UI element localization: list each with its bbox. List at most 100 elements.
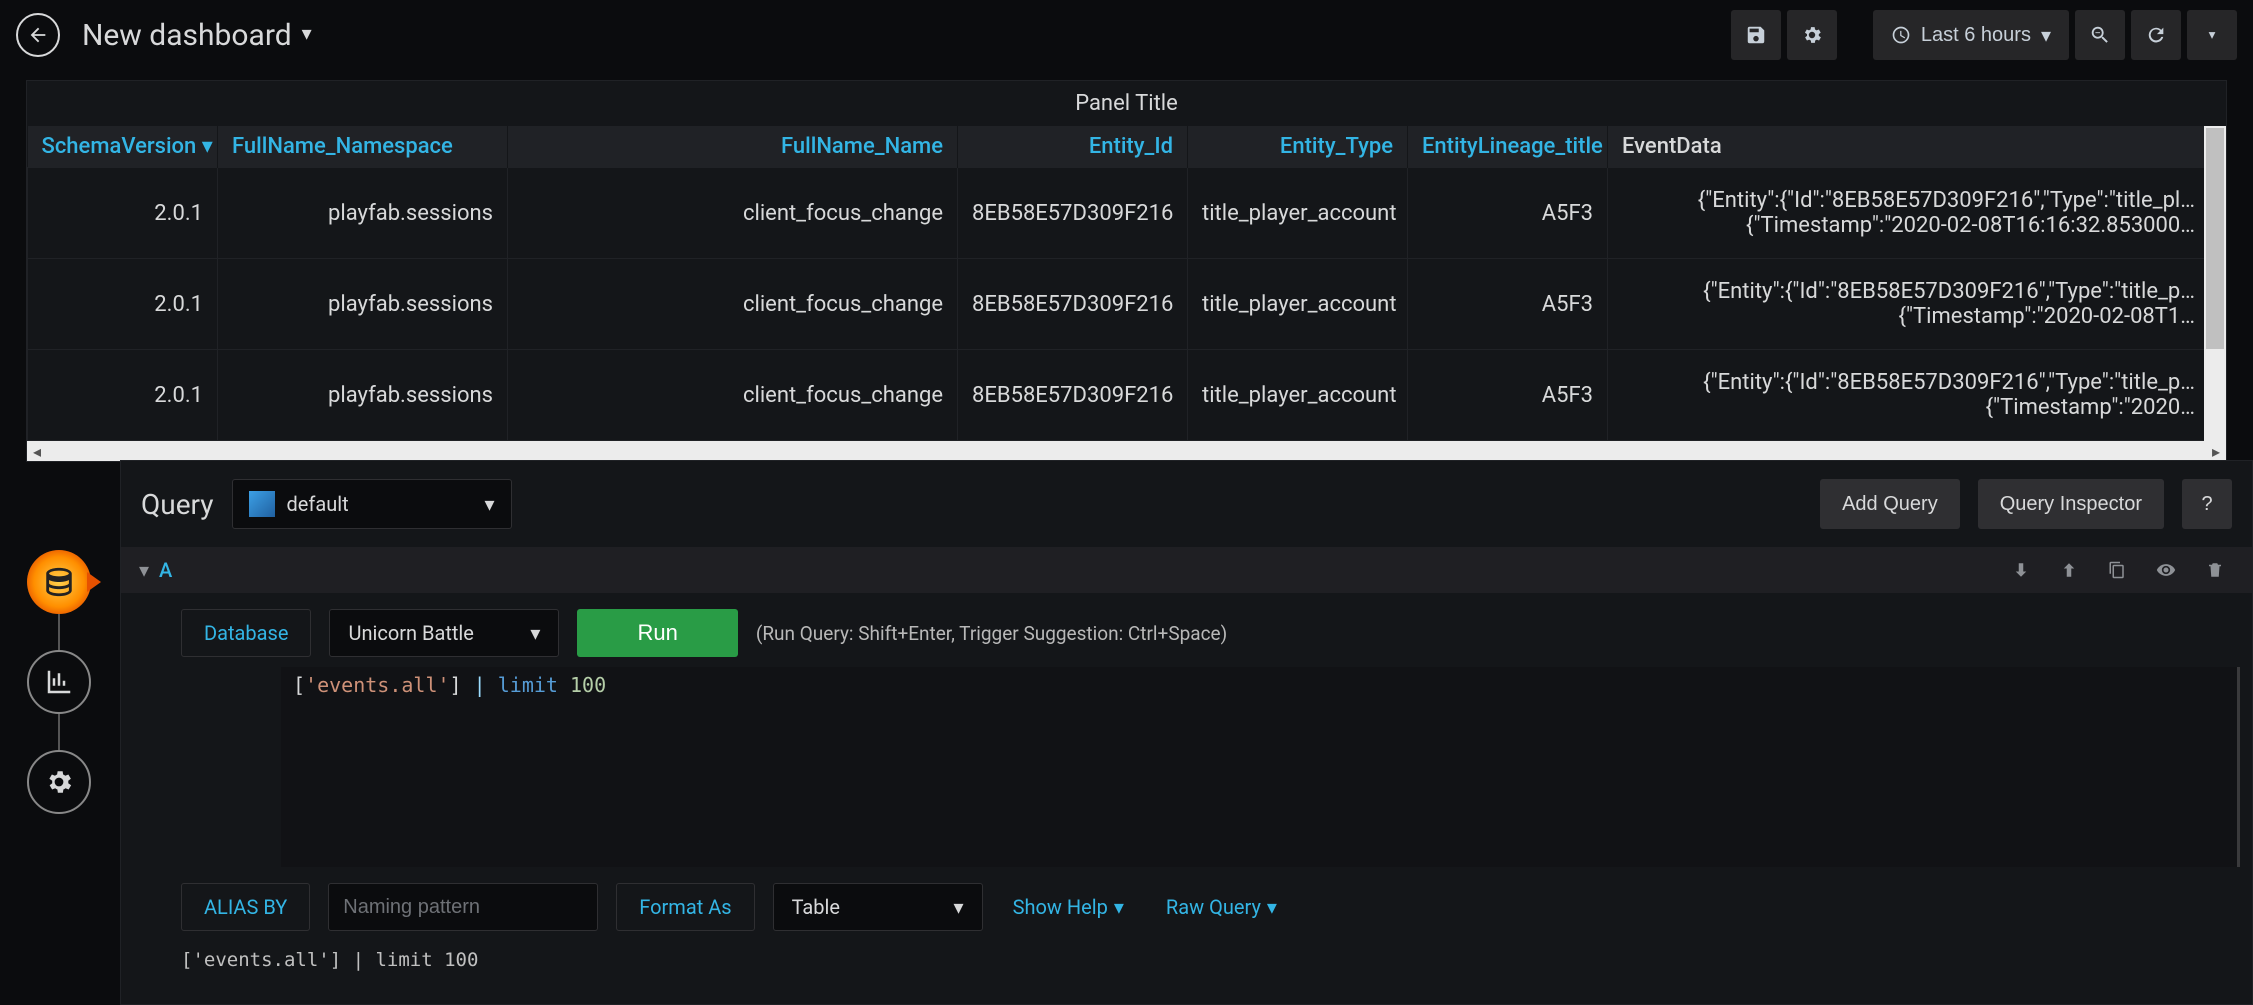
table-cell: title_player_account	[1188, 168, 1408, 259]
query-editor: Query default ▾ Add Query Query Inspecto…	[120, 460, 2253, 1005]
raw-query-toggle[interactable]: Raw Query▾	[1154, 895, 1289, 919]
chevron-down-icon: ▾	[1114, 895, 1124, 919]
move-up-button[interactable]	[2050, 561, 2088, 579]
zoom-out-icon	[2089, 24, 2111, 46]
table-cell: client_focus_change	[508, 350, 958, 441]
chevron-down-icon: ▾	[302, 21, 312, 45]
chevron-down-icon: ▾	[1267, 895, 1277, 919]
col-fullname-namespace[interactable]: FullName_Namespace	[218, 126, 508, 168]
scroll-right-icon[interactable]: ▸	[2206, 442, 2226, 461]
table-cell: playfab.sessions	[218, 168, 508, 259]
remove-query-button[interactable]	[2196, 561, 2234, 579]
panel-title: Panel Title	[27, 81, 2226, 126]
format-as-label: Format As	[616, 883, 754, 931]
collapse-icon[interactable]: ▾	[139, 558, 149, 582]
top-nav: New dashboard ▾ Last 6 hours ▾ ▾	[0, 0, 2253, 70]
toggle-visibility-button[interactable]	[2146, 560, 2186, 580]
tab-general[interactable]	[27, 750, 91, 814]
refresh-interval-picker[interactable]: ▾	[2187, 10, 2237, 60]
zoom-out-button[interactable]	[2075, 10, 2125, 60]
table-cell: A5F3	[1408, 168, 1608, 259]
query-section-label: Query	[141, 488, 214, 521]
back-button[interactable]	[16, 13, 60, 57]
table-cell: 8EB58E57D309F216	[958, 168, 1188, 259]
database-icon	[42, 565, 76, 599]
datasource-picker[interactable]: default ▾	[232, 479, 512, 529]
panel: Panel Title SchemaVersion ▾ FullName_Nam…	[26, 80, 2227, 462]
alias-input[interactable]	[328, 883, 598, 931]
table-cell: 2.0.1	[28, 168, 218, 259]
help-button[interactable]: ?	[2182, 479, 2232, 529]
table-cell: 2.0.1	[28, 350, 218, 441]
clock-icon	[1891, 25, 1911, 45]
raw-query-text: ['events.all'] | limit 100	[121, 939, 2252, 981]
table-cell: playfab.sessions	[218, 350, 508, 441]
alias-by-label: ALIAS BY	[181, 883, 310, 931]
table-cell: title_player_account	[1188, 350, 1408, 441]
datasource-name: default	[287, 492, 349, 516]
run-button[interactable]: Run	[577, 609, 737, 657]
col-entity-type[interactable]: Entity_Type	[1188, 126, 1408, 168]
chevron-down-icon: ▾	[954, 895, 964, 919]
scroll-left-icon[interactable]: ◂	[27, 442, 47, 461]
show-help-toggle[interactable]: Show Help▾	[1001, 895, 1136, 919]
col-schemaversion[interactable]: SchemaVersion ▾	[28, 126, 218, 168]
table-cell: {"Entity":{"Id":"8EB58E57D309F216","Type…	[1608, 350, 2226, 441]
editor-tab-rail	[24, 550, 94, 814]
run-hint: (Run Query: Shift+Enter, Trigger Suggest…	[756, 622, 1227, 645]
settings-button[interactable]	[1787, 10, 1837, 60]
data-table: SchemaVersion ▾ FullName_Namespace FullN…	[27, 126, 2226, 441]
vertical-scrollbar[interactable]	[2204, 126, 2226, 441]
table-cell: client_focus_change	[508, 168, 958, 259]
back-arrow-icon	[27, 24, 49, 46]
table-cell: A5F3	[1408, 259, 1608, 350]
gear-icon	[1801, 24, 1823, 46]
format-as-select[interactable]: Table ▾	[773, 883, 983, 931]
table-cell: client_focus_change	[508, 259, 958, 350]
query-code-editor[interactable]: ['events.all'] | limit 100	[281, 667, 2240, 867]
col-eventdata[interactable]: EventData	[1608, 126, 2226, 168]
save-button[interactable]	[1731, 10, 1781, 60]
chart-icon	[44, 667, 74, 697]
table-header-row: SchemaVersion ▾ FullName_Namespace FullN…	[28, 126, 2226, 168]
refresh-icon	[2145, 24, 2167, 46]
table-row: 2.0.1playfab.sessionsclient_focus_change…	[28, 350, 2226, 441]
gear-icon	[44, 767, 74, 797]
save-icon	[1745, 24, 1767, 46]
table-cell: 8EB58E57D309F216	[958, 259, 1188, 350]
table-cell: {"Entity":{"Id":"8EB58E57D309F216","Type…	[1608, 259, 2226, 350]
query-row-header: ▾ A	[121, 547, 2252, 593]
database-select[interactable]: Unicorn Battle ▾	[329, 609, 559, 657]
add-query-button[interactable]: Add Query	[1820, 479, 1960, 529]
tab-queries[interactable]	[27, 550, 91, 614]
query-inspector-button[interactable]: Query Inspector	[1978, 479, 2164, 529]
table-cell: 2.0.1	[28, 259, 218, 350]
col-entitylineage-title[interactable]: EntityLineage_title	[1408, 126, 1608, 168]
chevron-down-icon: ▾	[2209, 27, 2216, 43]
sort-desc-icon: ▾	[202, 134, 213, 159]
table-row: 2.0.1playfab.sessionsclient_focus_change…	[28, 259, 2226, 350]
copy-icon	[2108, 561, 2126, 579]
table-cell: {"Entity":{"Id":"8EB58E57D309F216","Type…	[1608, 168, 2226, 259]
time-range-picker[interactable]: Last 6 hours ▾	[1873, 10, 2069, 60]
horizontal-scrollbar[interactable]: ◂ ▸	[27, 441, 2226, 461]
table-cell: playfab.sessions	[218, 259, 508, 350]
tab-visualization[interactable]	[27, 650, 91, 714]
col-fullname-name[interactable]: FullName_Name	[508, 126, 958, 168]
move-down-button[interactable]	[2002, 561, 2040, 579]
duplicate-button[interactable]	[2098, 561, 2136, 579]
eye-icon	[2156, 560, 2176, 580]
datasource-logo-icon	[249, 491, 275, 517]
table-cell: 8EB58E57D309F216	[958, 350, 1188, 441]
chevron-down-icon: ▾	[2041, 23, 2051, 48]
col-entity-id[interactable]: Entity_Id	[958, 126, 1188, 168]
table-row: 2.0.1playfab.sessionsclient_focus_change…	[28, 168, 2226, 259]
dashboard-title: New dashboard	[82, 18, 292, 53]
trash-icon	[2206, 561, 2224, 579]
table-cell: title_player_account	[1188, 259, 1408, 350]
refresh-button[interactable]	[2131, 10, 2181, 60]
time-range-label: Last 6 hours	[1921, 24, 2031, 47]
query-row-letter: A	[159, 558, 172, 582]
arrow-down-icon	[2012, 561, 2030, 579]
dashboard-title-picker[interactable]: New dashboard ▾	[82, 18, 312, 53]
